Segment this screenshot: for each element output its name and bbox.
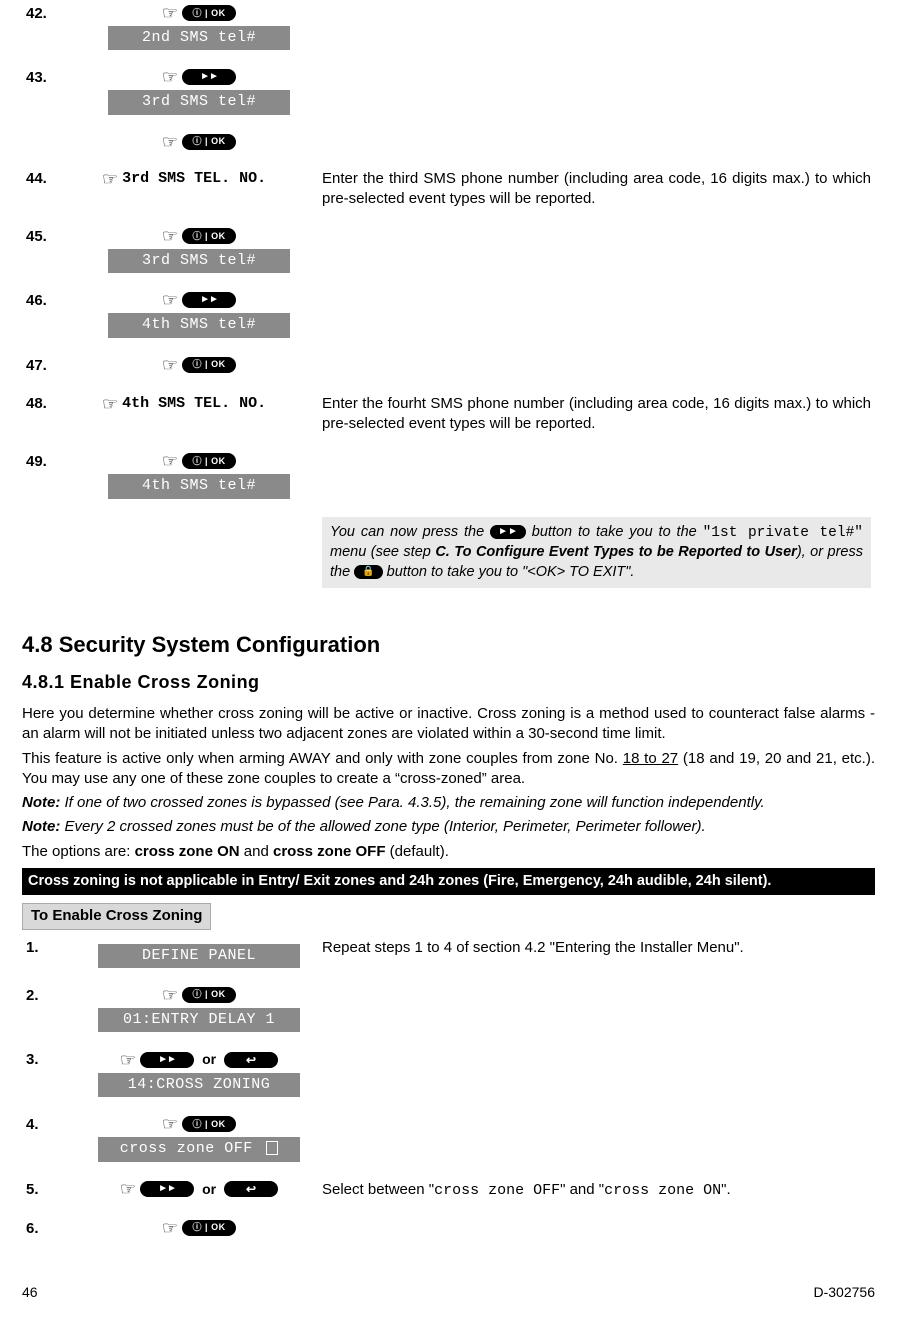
hand-icon: ☞: [102, 395, 118, 413]
lcd-display: 4th SMS tel#: [108, 474, 290, 498]
info-ok-button[interactable]: ⓘ | OK: [182, 453, 236, 469]
button-row: ☞ ⓘ | OK: [162, 227, 236, 245]
step-number: 6.: [26, 1220, 39, 1237]
hand-icon: ☞: [120, 1180, 136, 1198]
info-note: You can now press the ►► button to take …: [322, 517, 871, 589]
or-label: or: [198, 1050, 220, 1069]
info-ok-button[interactable]: ⓘ | OK: [182, 1116, 236, 1132]
back-button[interactable]: ↩: [224, 1181, 278, 1197]
hand-icon: ☞: [162, 356, 178, 374]
button-row: ☞ ⓘ | OK: [162, 1115, 236, 1133]
section-heading: 4.8 Security System Configuration: [22, 630, 875, 660]
body-paragraph: The options are: cross zone ON and cross…: [22, 842, 875, 862]
lcd-display: cross zone OFF: [98, 1137, 300, 1161]
hand-icon: ☞: [162, 291, 178, 309]
step-description: Enter the third SMS phone number (includ…: [322, 170, 871, 207]
hand-icon: ☞: [162, 227, 178, 245]
or-label: or: [198, 1180, 220, 1199]
body-paragraph: Here you determine whether cross zoning …: [22, 704, 875, 745]
lcd-display: 3rd SMS tel#: [108, 249, 290, 273]
step-number: 42.: [26, 5, 47, 22]
info-ok-button[interactable]: ⓘ | OK: [182, 987, 236, 1003]
step-number: 3.: [26, 1051, 39, 1068]
hand-icon: ☞: [162, 133, 178, 151]
lcd-display: 3rd SMS tel#: [108, 90, 290, 114]
hand-icon: ☞: [162, 68, 178, 86]
button-row: ☞ ►► or ↩: [120, 1050, 278, 1069]
step-description: Repeat steps 1 to 4 of section 4.2 "Ente…: [322, 939, 744, 956]
sms-steps-table: 42. ☞ ⓘ | OK 2nd SMS tel# 43. ☞ ►► 3rd S…: [22, 0, 875, 602]
field-label: 3rd SMS TEL. NO.: [122, 169, 266, 189]
step-number: 46.: [26, 292, 47, 309]
lock-button[interactable]: 🔒: [354, 565, 382, 579]
button-row: ☞ ►►: [162, 291, 236, 309]
doc-id: D-302756: [814, 1283, 876, 1302]
cursor-icon: [266, 1141, 278, 1155]
step-description: [318, 0, 875, 64]
input-label-row: ☞ 4th SMS TEL. NO.: [102, 394, 266, 414]
step-number: 1.: [26, 939, 39, 956]
procedure-heading: To Enable Cross Zoning: [22, 903, 211, 929]
forward-button[interactable]: ►►: [182, 69, 236, 85]
warning-strip: Cross zoning is not applicable in Entry/…: [22, 868, 875, 896]
forward-button[interactable]: ►►: [140, 1052, 194, 1068]
field-label: 4th SMS TEL. NO.: [122, 394, 266, 414]
lcd-display: 4th SMS tel#: [108, 313, 290, 337]
hand-icon: ☞: [162, 1219, 178, 1237]
forward-button[interactable]: ►►: [140, 1181, 194, 1197]
hand-icon: ☞: [162, 4, 178, 22]
input-label-row: ☞ 3rd SMS TEL. NO.: [102, 169, 266, 189]
step-number: 43.: [26, 69, 47, 86]
step-number: 48.: [26, 395, 47, 412]
body-paragraph: This feature is active only when arming …: [22, 749, 875, 790]
step-number: 2.: [26, 987, 39, 1004]
info-ok-button[interactable]: ⓘ | OK: [182, 134, 236, 150]
step-number: 4.: [26, 1116, 39, 1133]
button-row: ☞ ⓘ | OK: [162, 4, 236, 22]
body-paragraph: Note: Every 2 crossed zones must be of t…: [22, 817, 875, 837]
step-description: Enter the fourht SMS phone number (inclu…: [322, 395, 871, 432]
button-row: ☞ ⓘ | OK: [162, 1219, 236, 1237]
info-ok-button[interactable]: ⓘ | OK: [182, 5, 236, 21]
lcd-display: DEFINE PANEL: [98, 944, 300, 968]
forward-button[interactable]: ►►: [490, 525, 526, 539]
page-footer: 46 D-302756: [22, 1279, 875, 1302]
step-number: 5.: [26, 1181, 39, 1198]
button-row: ☞ ⓘ | OK: [162, 986, 236, 1004]
info-ok-button[interactable]: ⓘ | OK: [182, 1220, 236, 1236]
button-row: ☞ ►► or ↩: [120, 1180, 278, 1199]
button-row: ☞ ►►: [162, 68, 236, 86]
lcd-display: 14:CROSS ZONING: [98, 1073, 300, 1097]
back-button[interactable]: ↩: [224, 1052, 278, 1068]
hand-icon: ☞: [162, 986, 178, 1004]
subsection-heading: 4.8.1 Enable Cross Zoning: [22, 670, 875, 694]
step-number: 45.: [26, 228, 47, 245]
button-row: ☞ ⓘ | OK: [162, 356, 236, 374]
page-number: 46: [22, 1283, 38, 1302]
step-number: 47.: [26, 357, 47, 374]
hand-icon: ☞: [162, 452, 178, 470]
cross-zoning-steps-table: 1. DEFINE PANEL Repeat steps 1 to 4 of s…: [22, 934, 875, 1253]
lcd-display: 2nd SMS tel#: [108, 26, 290, 50]
hand-icon: ☞: [162, 1115, 178, 1133]
lcd-display: 01:ENTRY DELAY 1: [98, 1008, 300, 1032]
info-ok-button[interactable]: ⓘ | OK: [182, 228, 236, 244]
step-number: 44.: [26, 170, 47, 187]
step-description: Select between "cross zone OFF" and "cro…: [322, 1181, 731, 1198]
hand-icon: ☞: [120, 1051, 136, 1069]
step-number: 49.: [26, 453, 47, 470]
body-paragraph: Note: If one of two crossed zones is byp…: [22, 793, 875, 813]
button-row: ☞ ⓘ | OK: [162, 133, 236, 151]
info-ok-button[interactable]: ⓘ | OK: [182, 357, 236, 373]
button-row: ☞ ⓘ | OK: [162, 452, 236, 470]
step-description: [318, 64, 875, 128]
forward-button[interactable]: ►►: [182, 292, 236, 308]
hand-icon: ☞: [102, 170, 118, 188]
